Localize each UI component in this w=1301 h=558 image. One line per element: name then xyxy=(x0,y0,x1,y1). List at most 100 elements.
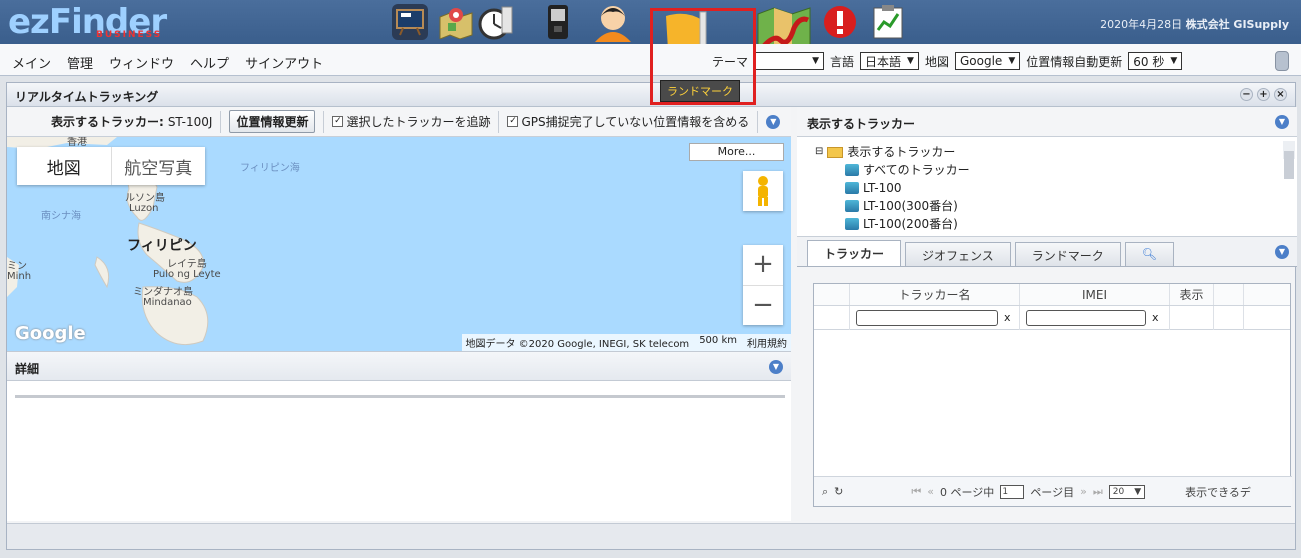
detail-panel-header: 詳細 ▼ xyxy=(7,351,791,381)
map-attribution-text: 地図データ ©2020 Google, INEGI, SK telecom xyxy=(465,339,690,350)
stopwatch-icon[interactable] xyxy=(478,4,514,40)
detail-title: 詳細 xyxy=(15,362,40,376)
main-menu: メイン 管理 ウィンドウ ヘルプ サインアウト xyxy=(12,53,323,72)
lock-icon[interactable] xyxy=(1275,51,1289,71)
map-label-mindanao-en: Mindanao xyxy=(143,297,192,308)
map-type-toggle: 地図 航空写真 xyxy=(17,147,205,185)
tree-item-label: LT-100(200番台) xyxy=(863,217,958,231)
presentation-board-icon[interactable] xyxy=(392,4,428,40)
page-text-1: 0 ページ中 xyxy=(940,485,995,499)
tree-item[interactable]: LT-100 xyxy=(815,179,1287,197)
map-label: 地図 xyxy=(924,54,949,69)
tree-item[interactable]: LT-100(300番台) xyxy=(815,197,1287,215)
grid-header-imei[interactable]: IMEI xyxy=(1020,284,1170,305)
map-select[interactable]: Google ▼ xyxy=(954,52,1021,70)
grid-header-blank xyxy=(814,284,850,305)
phone-device-icon[interactable] xyxy=(540,4,576,40)
window-footer xyxy=(7,523,1295,549)
zoom-control: + − xyxy=(743,245,783,325)
tab-search[interactable]: 🔍︎ xyxy=(1124,242,1175,266)
close-icon[interactable]: × xyxy=(1274,88,1287,101)
filter-blank xyxy=(814,305,850,330)
scrollbar-thumb[interactable] xyxy=(1284,151,1294,179)
menu-item-admin[interactable]: 管理 xyxy=(67,53,93,72)
next-page-icon[interactable]: » xyxy=(1080,485,1087,498)
header-info: 2020年4月28日 株式会社 GISupply xyxy=(1100,16,1289,32)
map-type-map-button[interactable]: 地図 xyxy=(17,147,111,185)
clear-icon[interactable]: x xyxy=(1152,311,1159,324)
last-page-icon[interactable]: ⏭ xyxy=(1093,485,1103,499)
tab-tracker[interactable]: トラッカー xyxy=(807,240,902,266)
filter-show-cell xyxy=(1170,305,1214,330)
follow-tracker-checkbox[interactable]: ✓ 選択したトラッカーを追跡 xyxy=(332,113,490,130)
include-gps-checkbox[interactable]: ✓ GPS捕捉完了していない位置情報を含める xyxy=(507,113,749,130)
map-label-leyte-en: Pulo ng Leyte xyxy=(153,269,221,280)
folder-icon xyxy=(827,146,844,158)
map-type-satellite-button[interactable]: 航空写真 xyxy=(110,147,206,185)
update-location-button[interactable]: 位置情報更新 xyxy=(229,110,316,133)
landmark-tooltip: ランドマーク xyxy=(660,80,740,102)
tracker-device-icon xyxy=(845,200,859,212)
minimize-icon[interactable]: − xyxy=(1240,88,1253,101)
grid-header: トラッカー名 IMEI 表示 xyxy=(814,284,1290,306)
grid-header-name[interactable]: トラッカー名 xyxy=(850,284,1020,305)
lang-label: 言語 xyxy=(830,54,855,69)
lang-select[interactable]: 日本語 ▼ xyxy=(860,52,919,70)
tracker-device-icon xyxy=(845,164,859,176)
filter-name-input[interactable] xyxy=(856,309,998,326)
tree-item[interactable]: すべてのトラッカー xyxy=(815,161,1287,179)
prev-page-icon[interactable]: « xyxy=(927,485,934,498)
alert-icon[interactable] xyxy=(822,4,858,40)
report-chart-icon[interactable] xyxy=(870,4,906,40)
zoom-in-icon[interactable]: + xyxy=(743,245,783,285)
collapse-chevron-icon[interactable]: ▼ xyxy=(766,114,781,129)
map-pin-icon[interactable] xyxy=(438,4,474,40)
zoom-out-icon[interactable]: − xyxy=(743,285,783,325)
pegman-icon[interactable] xyxy=(743,171,783,211)
collapse-chevron-icon[interactable]: ▼ xyxy=(1275,115,1289,129)
tree-item[interactable]: LT-100(200番台) xyxy=(815,215,1287,233)
tracker-tree-title: 表示するトラッカー xyxy=(807,117,916,131)
menu-item-help[interactable]: ヘルプ xyxy=(190,53,229,72)
menu-item-main[interactable]: メイン xyxy=(12,53,51,72)
tree-root-label: 表示するトラッカー xyxy=(847,145,956,159)
grid-header-show[interactable]: 表示 xyxy=(1170,284,1214,305)
collapse-chevron-icon[interactable]: ▼ xyxy=(769,360,783,374)
tab-landmark[interactable]: ランドマーク xyxy=(1014,242,1121,266)
right-pane: 表示するトラッカー ▼ ⊟ 表示するトラッカー すべてのトラッカー LT-100 … xyxy=(797,107,1297,523)
tracker-label: 表示するトラッカー: xyxy=(51,115,164,129)
tab-geofence[interactable]: ジオフェンス xyxy=(905,242,1011,266)
page-size-value: 20 xyxy=(1112,486,1125,497)
detail-panel-body xyxy=(7,381,791,521)
maximize-icon[interactable]: + xyxy=(1257,88,1270,101)
map-label-south-china-sea: 南シナ海 xyxy=(41,211,81,222)
map-terms-link[interactable]: 利用規約 xyxy=(747,335,787,350)
app-logo-sub: BUSINESS xyxy=(96,30,163,40)
grid-header-extra xyxy=(1214,284,1244,305)
page-size-select[interactable]: 20 ▼ xyxy=(1108,484,1146,499)
theme-select[interactable]: ▼ xyxy=(754,52,825,70)
divider xyxy=(323,110,325,133)
more-button[interactable]: More... xyxy=(689,143,784,161)
tree-collapse-icon[interactable]: ⊟ xyxy=(815,143,823,161)
chevron-down-icon: ▼ xyxy=(812,56,820,66)
filter-imei-input[interactable] xyxy=(1026,309,1146,326)
tree-item-label: すべてのトラッカー xyxy=(863,163,970,177)
tree-scrollbar[interactable] xyxy=(1283,141,1295,179)
tree-root[interactable]: ⊟ 表示するトラッカー xyxy=(815,143,1287,161)
user-icon[interactable] xyxy=(588,2,638,42)
tracker-toolbar: 表示するトラッカー: ST-100J 位置情報更新 ✓ 選択したトラッカーを追跡 … xyxy=(7,107,791,137)
left-pane: 表示するトラッカー: ST-100J 位置情報更新 ✓ 選択したトラッカーを追跡 … xyxy=(7,107,791,523)
menu-item-window[interactable]: ウィンドウ xyxy=(109,53,174,72)
map-view[interactable]: 地図 航空写真 香港 フィリピン海 南シナ海 ルソン島 Luzon フィリピン … xyxy=(7,137,791,351)
clear-icon[interactable]: x xyxy=(1004,311,1011,324)
refresh-icon[interactable]: ↻ xyxy=(834,485,843,498)
menu-item-signout[interactable]: サインアウト xyxy=(245,53,323,72)
page-input[interactable]: 1 xyxy=(1000,484,1025,499)
map-label-hongkong: 香港 xyxy=(67,137,87,148)
first-page-icon[interactable]: ⏮ xyxy=(911,485,921,499)
collapse-chevron-icon[interactable]: ▼ xyxy=(1275,245,1289,259)
search-icon[interactable]: ⌕ xyxy=(822,485,828,499)
tracker-device-icon xyxy=(845,182,859,194)
refresh-select[interactable]: 60 秒 ▼ xyxy=(1128,52,1183,70)
